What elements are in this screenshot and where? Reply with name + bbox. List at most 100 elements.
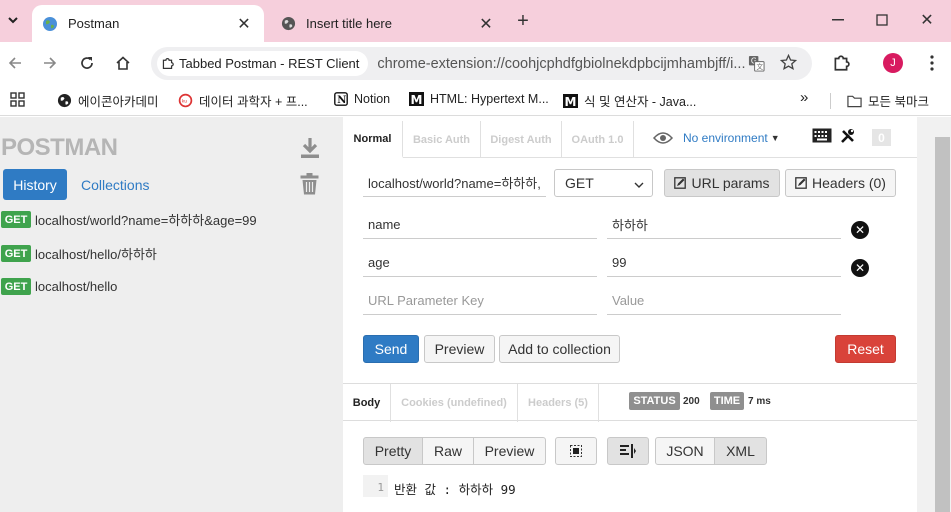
method-select[interactable]: GET [554, 169, 653, 197]
history-item[interactable]: GET localhost/world?name=하하하&age=99 [1, 210, 257, 229]
history-item[interactable]: GET localhost/hello [1, 278, 117, 295]
wrap-lines-button[interactable] [607, 437, 649, 465]
window-close-icon[interactable]: ✕ [912, 8, 942, 32]
fullscreen-button[interactable] [555, 437, 597, 465]
close-icon[interactable]: ✕ [236, 14, 252, 34]
mdn-icon: M [409, 91, 424, 106]
reset-button[interactable]: Reset [835, 335, 896, 363]
svg-text:M: M [565, 95, 577, 108]
minimize-icon[interactable] [823, 8, 853, 32]
wrench-icon[interactable] [840, 128, 856, 149]
param-value-placeholder[interactable]: Value [607, 287, 841, 315]
svg-text:N: N [337, 95, 346, 106]
close-icon[interactable]: ✕ [478, 14, 494, 34]
tab-body[interactable]: Body [343, 384, 391, 422]
history-item[interactable]: GET localhost/hello/하하하 [1, 244, 157, 263]
url-params-button[interactable]: URL params [664, 169, 780, 197]
tab-search-icon[interactable] [2, 9, 24, 31]
tab-digest-auth[interactable]: Digest Auth [481, 121, 562, 158]
headers-label: Headers (0) [812, 175, 886, 191]
bookmark-item[interactable]: 에이콘아카데미 [57, 91, 159, 110]
preview-response-button[interactable]: Preview [473, 437, 546, 465]
bookmark-label: Notion [354, 91, 391, 106]
xml-button[interactable]: XML [714, 437, 767, 465]
postman-logo: POSTMAN [1, 134, 118, 161]
raw-button[interactable]: Raw [422, 437, 474, 465]
tab-response-headers[interactable]: Headers (5) [518, 384, 599, 422]
profile-avatar[interactable]: J [883, 53, 903, 73]
tab-insert-title[interactable]: Insert title here ✕ [270, 5, 506, 42]
param-value-field[interactable]: 99 [607, 249, 841, 277]
collections-tab[interactable]: Collections [81, 177, 149, 193]
tab-title: Postman [68, 16, 120, 31]
pretty-button[interactable]: Pretty [363, 437, 423, 465]
method-badge: GET [1, 245, 31, 262]
url-params-label: URL params [691, 175, 770, 191]
bookmark-item[interactable]: N Notion [333, 91, 390, 106]
param-key-field[interactable]: age [363, 249, 597, 277]
globe-icon [57, 93, 72, 108]
add-to-collection-button[interactable]: Add to collection [499, 335, 620, 363]
divider [830, 93, 831, 109]
history-url: localhost/hello [35, 279, 118, 294]
environment-select[interactable]: No environment ▼ [683, 131, 780, 145]
circle-logo-icon: ku [178, 93, 193, 108]
align-icon [620, 444, 636, 458]
tab-normal[interactable]: Normal [343, 121, 403, 158]
json-button[interactable]: JSON [655, 437, 715, 465]
more-bookmarks-chevron-icon[interactable]: » [800, 89, 808, 106]
svg-text:M: M [411, 93, 423, 106]
extensions-icon[interactable] [829, 51, 853, 75]
notion-icon: N [333, 91, 348, 106]
new-tab-icon[interactable]: + [512, 10, 534, 32]
tab-postman[interactable]: Postman ✕ [32, 5, 264, 42]
bookmark-item[interactable]: ku 데이터 과학자 + 프... [178, 91, 308, 110]
preview-button[interactable]: Preview [424, 335, 495, 363]
folder-icon [847, 93, 862, 108]
tab-oauth[interactable]: OAuth 1.0 [562, 121, 634, 158]
forward-icon[interactable] [38, 51, 62, 75]
param-key-placeholder[interactable]: URL Parameter Key [363, 287, 597, 315]
time-value: 7 ms [748, 396, 771, 407]
edit-icon [674, 177, 687, 189]
param-value-field[interactable]: 하하하 [607, 211, 841, 239]
param-key-field[interactable]: name [363, 211, 597, 239]
url-text[interactable]: chrome-extension://coohjcphdfgbiolnekdpb… [377, 56, 752, 72]
browser-tab-strip: Postman ✕ Insert title here ✕ + ✕ [0, 0, 951, 42]
send-button[interactable]: Send [363, 335, 419, 363]
history-tab[interactable]: History [3, 169, 67, 200]
download-icon[interactable] [300, 137, 320, 164]
url-input[interactable]: localhost/world?name=하하하, [363, 169, 546, 197]
keyboard-icon[interactable] [812, 128, 832, 148]
tab-cookies[interactable]: Cookies (undefined) [391, 384, 518, 422]
translate-icon[interactable]: G文 [748, 55, 765, 72]
remove-param-icon[interactable]: ✕ [851, 259, 869, 277]
extension-puzzle-icon [161, 57, 174, 70]
headers-button[interactable]: Headers (0) [785, 169, 896, 197]
caret-down-icon: ▼ [770, 133, 780, 143]
trash-icon[interactable] [300, 173, 319, 200]
site-info-chip[interactable]: Tabbed Postman - REST Client [157, 51, 369, 76]
menu-kebab-icon[interactable] [920, 51, 944, 75]
back-icon[interactable] [3, 51, 27, 75]
bookmark-label: HTML: Hypertext M... [430, 91, 549, 106]
tab-title: Insert title here [306, 16, 392, 31]
reload-icon[interactable] [75, 51, 99, 75]
maximize-icon[interactable] [867, 8, 897, 32]
bookmark-item[interactable]: M HTML: Hypertext M... [409, 91, 549, 106]
method-value: GET [565, 175, 594, 191]
bookmark-star-icon[interactable] [780, 54, 797, 71]
eye-icon[interactable] [653, 131, 673, 145]
home-icon[interactable] [111, 51, 135, 75]
line-number: 1 [363, 475, 388, 497]
address-bar[interactable]: Tabbed Postman - REST Client chrome-exte… [151, 47, 812, 80]
globe-icon [280, 16, 296, 32]
environment-label: No environment [683, 131, 768, 145]
scrollbar-thumb[interactable] [935, 137, 950, 512]
bookmark-item[interactable]: M 식 및 연산자 - Java... [563, 91, 696, 110]
tab-basic-auth[interactable]: Basic Auth [403, 121, 481, 158]
all-bookmarks[interactable]: 모든 북마크 [847, 91, 929, 110]
remove-param-icon[interactable]: ✕ [851, 221, 869, 239]
apps-grid-icon[interactable] [10, 92, 25, 107]
status-value: 200 [683, 396, 700, 407]
